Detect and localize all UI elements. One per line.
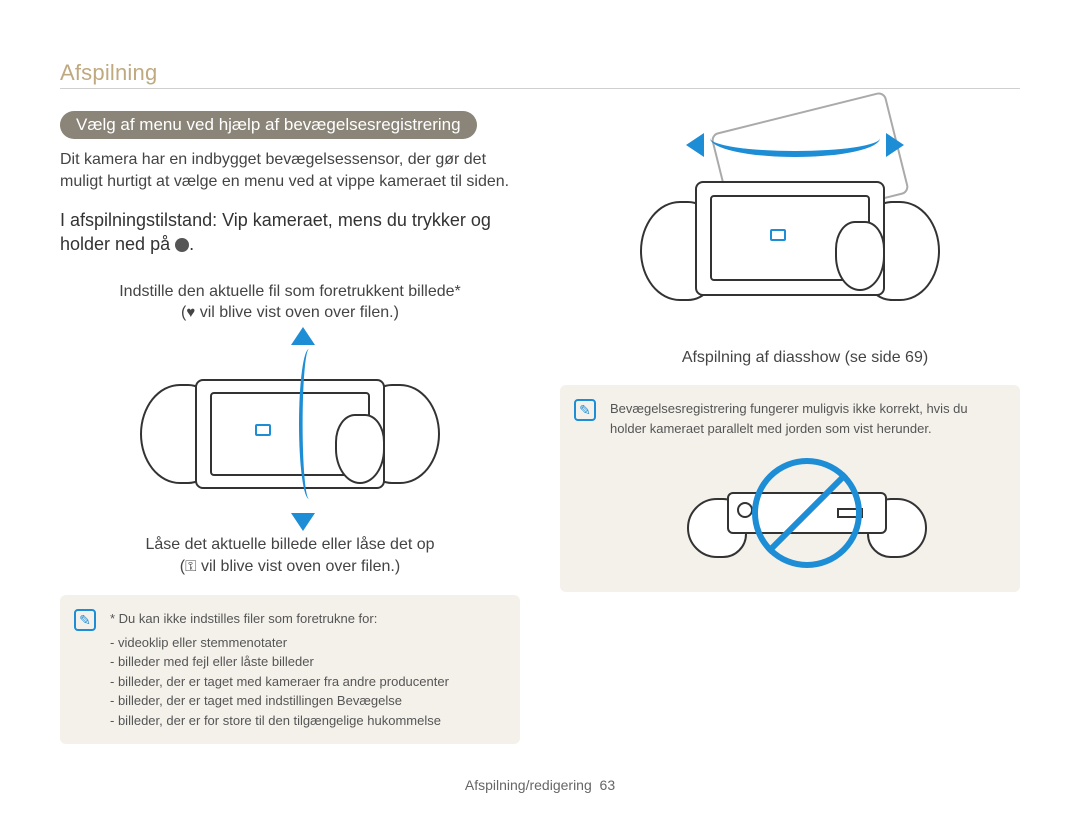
thumb-icon xyxy=(835,221,885,291)
figure1-line2-post: vil blive vist oven over filen.) xyxy=(195,304,399,321)
right-column: Afspilning af diasshow (se side 69) ✎ Be… xyxy=(560,111,1020,744)
section-heading-pill: Vælg af menu ved hjælp af bevægelsesregi… xyxy=(60,111,477,139)
warning-text: Bevægelsesregistrering fungerer muligvis… xyxy=(610,399,1004,438)
arrow-shaft-icon xyxy=(299,349,311,499)
footer-page-number: 63 xyxy=(600,777,616,793)
button-hold-icon xyxy=(175,238,189,252)
figure-slideshow: Afspilning af diasshow (se side 69) xyxy=(560,111,1020,367)
illustration-tilt-vertical xyxy=(140,334,440,524)
footnote-item: billeder, der er taget med indstillingen… xyxy=(110,691,504,711)
vertical-tilt-arrow-icon xyxy=(285,329,325,529)
arrow-left-icon xyxy=(686,133,704,157)
note-icon: ✎ xyxy=(74,609,96,631)
figure2-line2-post: vil blive vist oven over filen.) xyxy=(197,558,401,575)
page-title: Afspilning xyxy=(60,60,1020,86)
left-column: Vælg af menu ved hjælp af bevægelsesregi… xyxy=(60,111,520,744)
arrow-shaft-icon xyxy=(710,137,880,157)
thumb-icon xyxy=(335,414,385,484)
footnote-item: billeder med fejl eller låste billeder xyxy=(110,652,504,672)
instruction-suffix: . xyxy=(189,234,194,254)
figure1-caption: Indstille den aktuelle fil som foretrukk… xyxy=(119,281,461,324)
figure2-caption: Låse det aktuelle billede eller låse det… xyxy=(145,534,434,577)
footnote-item: billeder, der er taget med kameraer fra … xyxy=(110,672,504,692)
intro-paragraph: Dit kamera har en indbygget bevægelsesse… xyxy=(60,149,520,192)
warning-box: ✎ Bevægelsesregistrering fungerer muligv… xyxy=(560,385,1020,592)
camera-lens-icon xyxy=(737,502,753,518)
footnote-item: billeder, der er for store til den tilgæ… xyxy=(110,711,504,731)
footnote-list: videoklip eller stemmenotater billeder m… xyxy=(110,633,504,731)
screen-image-icon xyxy=(770,229,786,241)
page-header: Afspilning xyxy=(60,60,1020,89)
screen-image-icon xyxy=(255,424,271,436)
slideshow-caption: Afspilning af diasshow (se side 69) xyxy=(682,349,928,367)
illustration-incorrect-hold xyxy=(677,448,937,578)
footnote-lead: * Du kan ikke indstilles filer som foret… xyxy=(110,609,504,629)
illustration-tilt-horizontal xyxy=(640,101,940,341)
figure1-line1: Indstille den aktuelle fil som foretrukk… xyxy=(119,283,461,300)
manual-page: Afspilning Vælg af menu ved hjælp af bev… xyxy=(0,0,1080,815)
footer-section: Afspilning/redigering xyxy=(465,777,592,793)
arrow-up-icon xyxy=(291,327,315,345)
note-icon: ✎ xyxy=(574,399,596,421)
arrow-down-icon xyxy=(291,513,315,531)
footnote-item: videoklip eller stemmenotater xyxy=(110,633,504,653)
heart-icon: ♥ xyxy=(186,304,195,321)
two-column-layout: Vælg af menu ved hjælp af bevægelsesregi… xyxy=(60,111,1020,744)
footnote-box: ✎ * Du kan ikke indstilles filer som for… xyxy=(60,595,520,744)
horizontal-tilt-arrow-icon xyxy=(690,131,900,171)
figure-favorite: Indstille den aktuelle fil som foretrukk… xyxy=(60,275,520,577)
instruction-pre: I afspilningstilstand: Vip kameraet, men… xyxy=(60,210,491,254)
key-icon: ⚿ xyxy=(185,558,196,575)
instruction-text: I afspilningstilstand: Vip kameraet, men… xyxy=(60,208,520,257)
page-footer: Afspilning/redigering 63 xyxy=(0,777,1080,793)
figure2-line1: Låse det aktuelle billede eller låse det… xyxy=(145,536,434,553)
arrow-right-icon xyxy=(886,133,904,157)
